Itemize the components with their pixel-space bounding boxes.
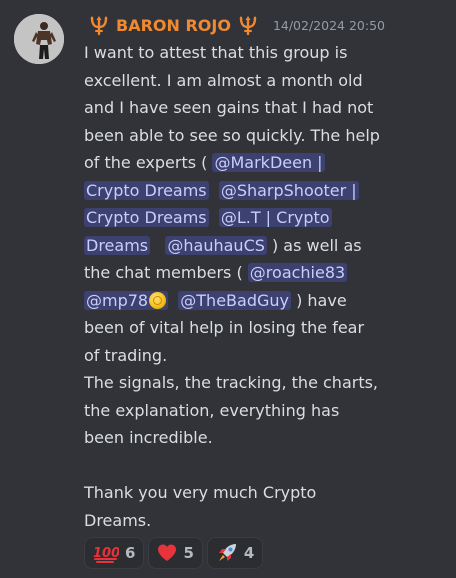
message-timestamp: 14/02/2024 20:50 xyxy=(272,17,385,33)
message-line: excellent. I am almost a month old xyxy=(84,70,363,90)
message-line: Dreams. xyxy=(84,510,152,530)
reaction-hundred-points[interactable]: 100 6 xyxy=(84,537,145,569)
message-line: the chat members ( @roachie83 xyxy=(84,259,444,287)
mention-markdeen[interactable]: @MarkDeen | xyxy=(212,153,325,172)
mention-roachie[interactable]: @roachie83 xyxy=(247,263,348,282)
reaction-rocket[interactable]: 4 xyxy=(206,537,264,569)
reaction-count: 5 xyxy=(183,544,194,562)
message-text: the chat members ( xyxy=(84,263,248,282)
reaction-red-heart[interactable]: 5 xyxy=(148,537,203,569)
message-header: BARON ROJO 14/02/2024 20:50 xyxy=(88,12,385,38)
mention-lt-continued[interactable]: Dreams xyxy=(84,235,151,255)
username[interactable]: BARON ROJO xyxy=(116,16,231,35)
mention-mp78-label: @mp78 xyxy=(86,290,149,310)
chat-message: BARON ROJO 14/02/2024 20:50 I want to at… xyxy=(0,0,456,578)
message-line: of trading. xyxy=(84,345,168,365)
message-text: ) have xyxy=(290,290,347,310)
mention-sharpshooter[interactable]: @SharpShooter | xyxy=(218,180,359,200)
mention-hauhau[interactable]: @hauhauCS xyxy=(165,235,267,255)
message-line: Crypto Dreams @SharpShooter | xyxy=(84,177,444,205)
message-line: @mp78 @TheBadGuy ) have xyxy=(84,287,444,315)
coin-icon xyxy=(149,291,167,309)
message-line: I want to attest that this group is xyxy=(84,43,348,62)
avatar-image xyxy=(14,14,64,64)
red-heart-icon xyxy=(157,544,177,562)
avatar[interactable] xyxy=(14,14,64,64)
reaction-count: 4 xyxy=(243,544,255,562)
message-line: The signals, the tracking, the charts, xyxy=(84,373,379,392)
message-content: I want to attest that this group is exce… xyxy=(84,39,444,534)
message-line: and I have seen gains that I had not xyxy=(84,98,374,117)
message-line: of the experts ( @MarkDeen | xyxy=(84,149,444,177)
mention-markdeen-continued[interactable]: Crypto Dreams xyxy=(84,180,209,200)
rocket-icon xyxy=(216,542,238,564)
message-text: ) as well as xyxy=(266,235,362,255)
message-line: been able to see so quickly. The help xyxy=(84,125,380,145)
message-line: been of vital help in losing the fear xyxy=(84,318,365,337)
message-text: of the experts ( xyxy=(84,153,213,172)
message-line: the explanation, everything has xyxy=(84,400,340,420)
mention-sharpshooter-continued[interactable]: Crypto Dreams xyxy=(84,208,209,227)
trident-icon xyxy=(237,14,259,36)
mention-thebadguy[interactable]: @TheBadGuy xyxy=(178,290,291,310)
message-line: been incredible. xyxy=(84,428,213,447)
hundred-points-icon: 100 xyxy=(93,543,119,563)
reactions-bar: 100 6 5 4 xyxy=(84,537,264,569)
mention-mp78[interactable]: @mp78 xyxy=(84,290,169,310)
message-line: Dreams @hauhauCS ) as well as xyxy=(84,232,444,260)
message-line: Crypto Dreams @L.T | Crypto xyxy=(84,204,444,232)
trident-icon xyxy=(88,14,110,36)
mention-lt[interactable]: @L.T | Crypto xyxy=(218,208,332,227)
message-line: Thank you very much Crypto xyxy=(84,483,317,502)
reaction-count: 6 xyxy=(125,544,136,562)
